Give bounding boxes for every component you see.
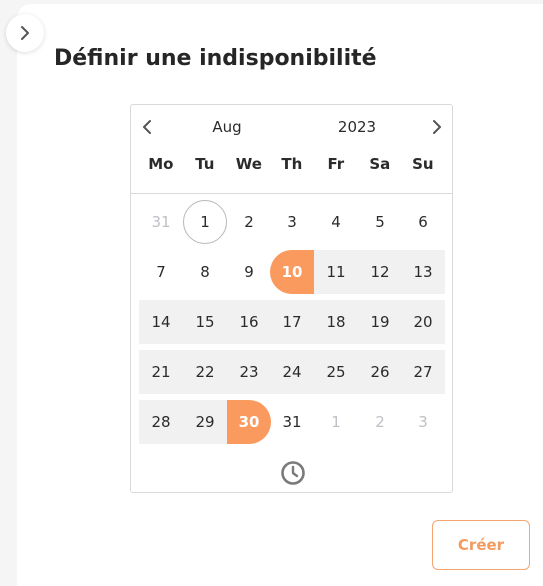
calendar-day[interactable]: 21 xyxy=(139,350,183,394)
calendar-day[interactable]: 27 xyxy=(401,350,445,394)
calendar-day[interactable]: 29 xyxy=(183,400,227,444)
calendar-day[interactable]: 14 xyxy=(139,300,183,344)
chevron-right-icon xyxy=(21,26,29,40)
page-title: Définir une indisponibilité xyxy=(54,46,377,71)
weekday-label: Fr xyxy=(327,155,345,173)
calendar-day[interactable]: 19 xyxy=(358,300,402,344)
calendar-day-range-end[interactable]: 30 xyxy=(227,400,271,444)
calendar-day[interactable]: 3 xyxy=(270,200,314,244)
collapse-panel-button[interactable] xyxy=(6,14,44,52)
calendar-day[interactable]: 13 xyxy=(401,250,445,294)
clock-icon xyxy=(281,461,305,485)
calendar-day[interactable]: 23 xyxy=(227,350,271,394)
weekday-label: Sa xyxy=(369,155,391,173)
calendar-day[interactable]: 25 xyxy=(314,350,358,394)
calendar-day[interactable]: 9 xyxy=(227,250,271,294)
weekday-label: Tu xyxy=(195,155,215,173)
calendar-day[interactable]: 20 xyxy=(401,300,445,344)
calendar-day[interactable]: 28 xyxy=(139,400,183,444)
weekday-label: We xyxy=(235,155,262,173)
weekday-label: Th xyxy=(281,155,303,173)
calendar-day[interactable]: 31 xyxy=(139,200,183,244)
previous-month-button[interactable] xyxy=(137,117,157,137)
calendar-day[interactable]: 15 xyxy=(183,300,227,344)
weekday-label: Su xyxy=(412,155,434,173)
calendar-day[interactable]: 3 xyxy=(401,400,445,444)
next-month-button[interactable] xyxy=(427,117,447,137)
calendar-day[interactable]: 12 xyxy=(358,250,402,294)
calendar-day[interactable]: 2 xyxy=(358,400,402,444)
chevron-left-icon xyxy=(143,120,151,134)
create-button[interactable]: Créer xyxy=(432,520,530,570)
calendar-day[interactable]: 4 xyxy=(314,200,358,244)
calendar-day[interactable]: 6 xyxy=(401,200,445,244)
calendar-day[interactable]: 17 xyxy=(270,300,314,344)
header-divider xyxy=(131,193,452,194)
date-range-calendar: Aug 2023 Mo Tu We Th Fr Sa Su 31 1 2 3 4… xyxy=(130,104,453,493)
calendar-day[interactable]: 7 xyxy=(139,250,183,294)
calendar-day[interactable]: 1 xyxy=(314,400,358,444)
calendar-day[interactable]: 24 xyxy=(270,350,314,394)
calendar-day-today[interactable]: 1 xyxy=(183,200,227,244)
calendar-day[interactable]: 8 xyxy=(183,250,227,294)
month-selector[interactable]: Aug xyxy=(191,117,263,137)
calendar-day[interactable]: 2 xyxy=(227,200,271,244)
calendar-day[interactable]: 18 xyxy=(314,300,358,344)
calendar-day[interactable]: 26 xyxy=(358,350,402,394)
chevron-right-icon xyxy=(433,120,441,134)
weekday-label: Mo xyxy=(148,155,174,173)
calendar-day[interactable]: 11 xyxy=(314,250,358,294)
calendar-day[interactable]: 22 xyxy=(183,350,227,394)
calendar-day[interactable]: 16 xyxy=(227,300,271,344)
calendar-day-range-start[interactable]: 10 xyxy=(270,250,314,294)
year-selector[interactable]: 2023 xyxy=(321,117,393,137)
time-picker-toggle[interactable] xyxy=(279,459,307,487)
calendar-day[interactable]: 31 xyxy=(270,400,314,444)
calendar-day[interactable]: 5 xyxy=(358,200,402,244)
